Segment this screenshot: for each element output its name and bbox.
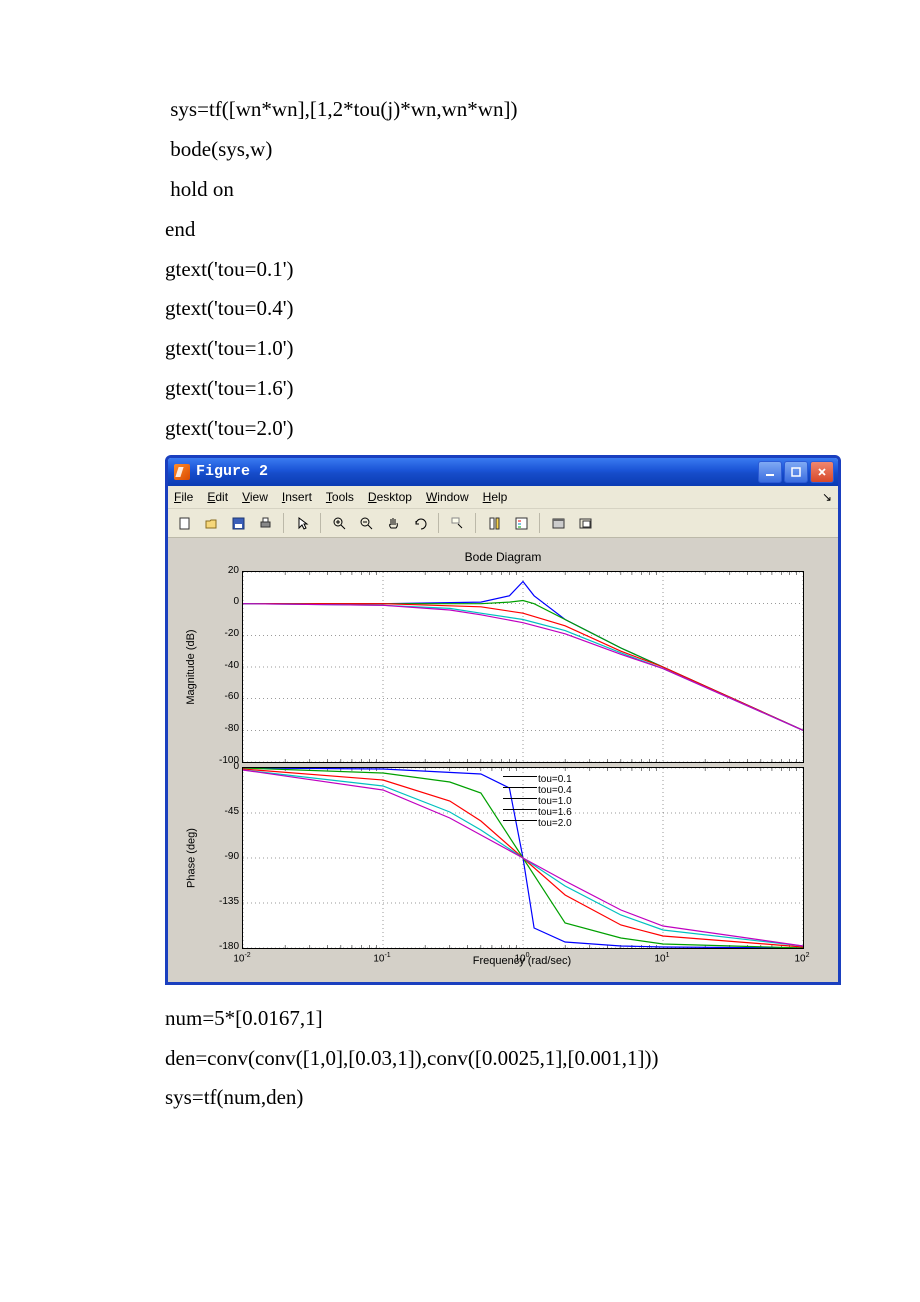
maximize-button[interactable] bbox=[784, 461, 808, 483]
code-line: gtext('tou=0.4') bbox=[165, 289, 850, 329]
menu-edit[interactable]: Edit bbox=[207, 486, 228, 509]
rotate-icon[interactable] bbox=[408, 511, 432, 535]
minimize-button[interactable] bbox=[758, 461, 782, 483]
legend-icon[interactable] bbox=[509, 511, 533, 535]
code-block-after: num=5*[0.0167,1]den=conv(conv([1,0],[0.0… bbox=[165, 999, 850, 1119]
code-line: gtext('tou=1.0') bbox=[165, 329, 850, 369]
new-icon[interactable] bbox=[172, 511, 196, 535]
colorbar-icon[interactable] bbox=[482, 511, 506, 535]
ytick: 0 bbox=[197, 592, 239, 611]
code-line: end bbox=[165, 210, 850, 250]
pointer-icon[interactable] bbox=[290, 511, 314, 535]
ytick: -135 bbox=[197, 892, 239, 911]
phase-axes-wrap: Phase (deg) 0-45-90-135-180 tou=0.1tou=0… bbox=[180, 767, 820, 949]
ytick: -60 bbox=[197, 687, 239, 706]
pan-icon[interactable] bbox=[381, 511, 405, 535]
ytick: -40 bbox=[197, 656, 239, 675]
magnitude-axes[interactable]: 200-20-40-60-80-100 bbox=[242, 571, 804, 763]
datacursor-icon[interactable] bbox=[445, 511, 469, 535]
menu-view[interactable]: View bbox=[242, 486, 268, 509]
open-icon[interactable] bbox=[199, 511, 223, 535]
window-title: Figure 2 bbox=[196, 458, 758, 487]
print-icon[interactable] bbox=[253, 511, 277, 535]
code-line: gtext('tou=1.6') bbox=[165, 369, 850, 409]
annotation: tou=2.0 bbox=[538, 814, 572, 833]
xtick: 10-2 bbox=[233, 949, 250, 968]
menu-desktop[interactable]: Desktop bbox=[368, 486, 412, 509]
menubar: File Edit View Insert Tools Desktop Window Help… bbox=[168, 486, 838, 509]
code-line: num=5*[0.0167,1] bbox=[165, 999, 850, 1039]
xticks: 10-210-1100101102 bbox=[242, 949, 802, 965]
save-icon[interactable] bbox=[226, 511, 250, 535]
titlebar: Figure 2 bbox=[168, 458, 838, 486]
xtick: 101 bbox=[654, 949, 669, 968]
menu-file[interactable]: File bbox=[174, 486, 193, 509]
code-line: sys=tf([wn*wn],[1,2*tou(j)*wn,wn*wn]) bbox=[165, 90, 850, 130]
code-line: bode(sys,w) bbox=[165, 130, 850, 170]
dock-icon[interactable] bbox=[546, 511, 570, 535]
plot-area: Bode Diagram Magnitude (dB) 200-20-40-60… bbox=[168, 538, 838, 982]
menu-window[interactable]: Window bbox=[426, 486, 469, 509]
ytick: -45 bbox=[197, 802, 239, 821]
ytick: -20 bbox=[197, 624, 239, 643]
close-button[interactable] bbox=[810, 461, 834, 483]
zoom-out-icon[interactable] bbox=[354, 511, 378, 535]
chart-title: Bode Diagram bbox=[180, 546, 826, 569]
menu-tools[interactable]: Tools bbox=[326, 486, 354, 509]
undock-icon[interactable] bbox=[573, 511, 597, 535]
figure-window: Figure 2 File Edit View Insert Tools Desktop W… bbox=[165, 455, 841, 985]
matlab-icon bbox=[174, 464, 190, 480]
code-line: den=conv(conv([1,0],[0.03,1]),conv([0.00… bbox=[165, 1039, 850, 1079]
code-line: gtext('tou=0.1') bbox=[165, 250, 850, 290]
ytick: -90 bbox=[197, 847, 239, 866]
code-block-before: sys=tf([wn*wn],[1,2*tou(j)*wn,wn*wn]) bo… bbox=[165, 90, 850, 449]
menu-help[interactable]: Help bbox=[483, 486, 508, 509]
menu-corner-icon: ↘ bbox=[822, 486, 832, 509]
code-line: sys=tf(num,den) bbox=[165, 1078, 850, 1118]
ytick: 0 bbox=[197, 757, 239, 776]
phase-axes[interactable]: 0-45-90-135-180 tou=0.1tou=0.4tou=1.0tou… bbox=[242, 767, 804, 949]
zoom-in-icon[interactable] bbox=[327, 511, 351, 535]
xtick: 100 bbox=[514, 949, 529, 968]
xtick: 10-1 bbox=[373, 949, 390, 968]
ytick: 20 bbox=[197, 561, 239, 580]
xtick: 102 bbox=[794, 949, 809, 968]
magnitude-axes-wrap: Magnitude (dB) 200-20-40-60-80-100 bbox=[180, 571, 820, 763]
menu-insert[interactable]: Insert bbox=[282, 486, 312, 509]
code-line: gtext('tou=2.0') bbox=[165, 409, 850, 449]
code-line: hold on bbox=[165, 170, 850, 210]
document-page: sys=tf([wn*wn],[1,2*tou(j)*wn,wn*wn]) bo… bbox=[0, 0, 920, 1158]
ytick: -80 bbox=[197, 719, 239, 738]
toolbar bbox=[168, 509, 838, 538]
